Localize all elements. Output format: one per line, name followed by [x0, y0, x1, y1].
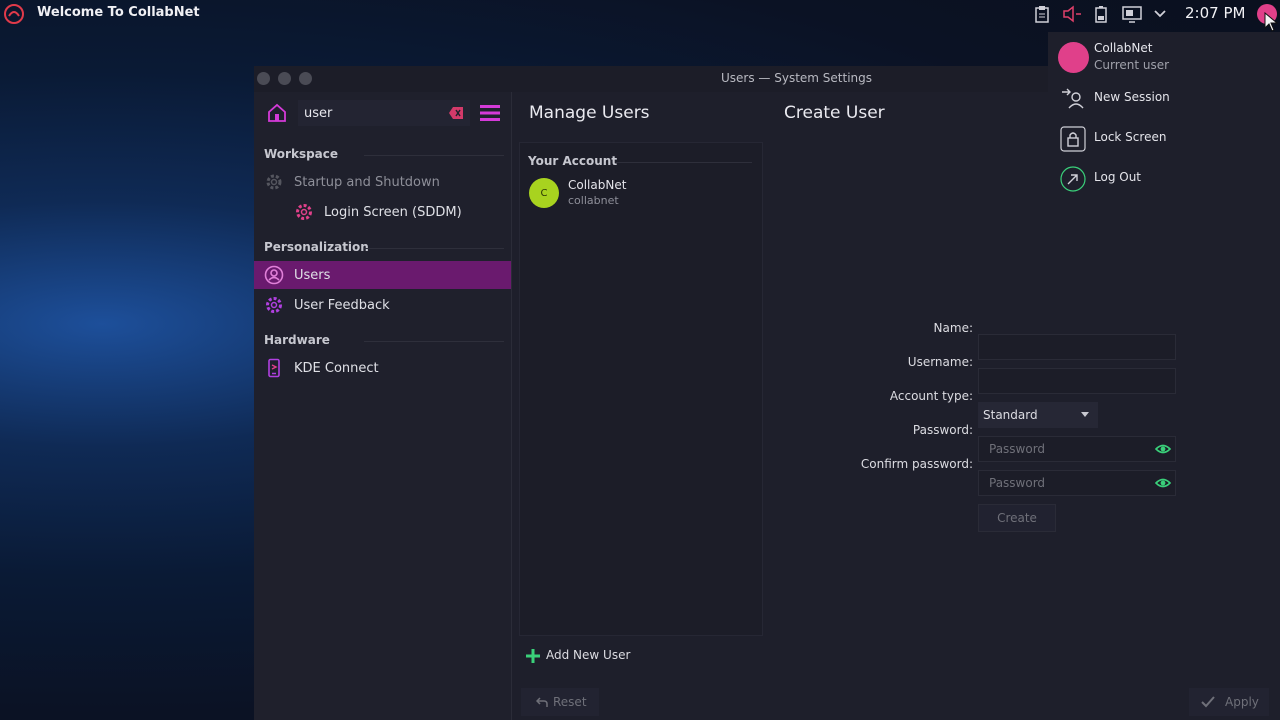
confirm-password-field[interactable] — [978, 470, 1176, 496]
plus-icon — [526, 649, 540, 663]
sidebar-item-label: Login Screen (SDDM) — [324, 204, 462, 220]
sidebar-item-kde-connect[interactable]: KDE Connect — [254, 354, 511, 382]
account-type-select[interactable]: Standard — [978, 402, 1098, 428]
footer-bar: Reset Apply — [512, 676, 1280, 720]
add-new-user-label: Add New User — [546, 648, 631, 662]
sidebar-item-users[interactable]: Users — [254, 261, 511, 289]
sidebar-item-label: Startup and Shutdown — [294, 174, 440, 190]
search-row — [254, 92, 511, 134]
current-user-name: CollabNet — [1094, 41, 1153, 55]
new-session-label: New Session — [1094, 90, 1170, 104]
account-type-label: Account type: — [889, 389, 973, 403]
lock-screen-button[interactable]: Lock Screen — [1048, 122, 1280, 154]
show-password-icon[interactable] — [1155, 443, 1171, 455]
top-panel: Welcome To CollabNet 2:07 PM — [0, 0, 1280, 28]
close-window-button[interactable] — [257, 72, 270, 85]
home-icon[interactable] — [266, 102, 288, 124]
clipboard-icon[interactable] — [1034, 5, 1050, 23]
password-field[interactable] — [978, 436, 1176, 462]
create-button[interactable]: Create — [978, 504, 1056, 532]
volume-icon[interactable] — [1062, 5, 1082, 23]
app-logo-icon[interactable] — [4, 4, 24, 24]
sidebar-item-label: Users — [294, 267, 331, 283]
log-out-label: Log Out — [1094, 170, 1142, 184]
checkmark-icon — [1201, 696, 1215, 708]
avatar — [1058, 42, 1089, 73]
window-title: Users — System Settings — [721, 71, 873, 85]
sidebar-item-label: KDE Connect — [294, 360, 379, 376]
chevron-down-icon — [1081, 412, 1089, 417]
user-list: Your Account C CollabNet collabnet — [519, 142, 763, 636]
sidebar-item-label: User Feedback — [294, 297, 390, 313]
battery-icon[interactable] — [1094, 5, 1108, 23]
log-out-button[interactable]: Log Out — [1048, 162, 1280, 194]
user-display-name: CollabNet — [568, 178, 627, 192]
account-type-value: Standard — [983, 408, 1038, 422]
undo-icon — [536, 697, 548, 707]
lock-screen-label: Lock Screen — [1094, 130, 1167, 144]
name-field[interactable] — [978, 334, 1176, 360]
list-item[interactable]: C CollabNet collabnet — [520, 173, 762, 213]
avatar: C — [529, 178, 559, 208]
gear-icon — [266, 297, 282, 313]
current-user-subtitle: Current user — [1094, 58, 1170, 72]
user-login-name: collabnet — [568, 194, 619, 207]
gear-icon — [296, 204, 312, 220]
user-icon — [264, 265, 284, 285]
minimize-window-button[interactable] — [278, 72, 291, 85]
manage-users-title: Manage Users — [529, 103, 650, 123]
name-label: Name: — [933, 321, 973, 335]
username-field[interactable] — [978, 368, 1176, 394]
user-switcher-popup: CollabNet Current user New Session Lock … — [1048, 32, 1280, 200]
new-session-icon — [1062, 88, 1084, 109]
gear-icon — [266, 174, 282, 190]
app-title: Welcome To CollabNet — [37, 5, 200, 20]
your-account-heading: Your Account — [528, 154, 753, 168]
chevron-down-icon[interactable] — [1153, 8, 1167, 20]
add-new-user-button[interactable]: Add New User — [519, 643, 633, 669]
password-label: Password: — [912, 423, 973, 437]
create-user-title: Create User — [784, 103, 885, 123]
sidebar-item-login-screen[interactable]: Login Screen (SDDM) — [254, 198, 511, 226]
lock-icon — [1060, 126, 1086, 152]
clear-search-icon[interactable] — [448, 106, 464, 120]
section-hardware: Hardware — [264, 333, 504, 347]
search-input[interactable] — [298, 100, 470, 126]
sidebar-item-startup-shutdown[interactable]: Startup and Shutdown — [254, 168, 511, 196]
new-session-button[interactable]: New Session — [1048, 82, 1280, 114]
phone-icon — [268, 358, 280, 378]
settings-sidebar: Workspace Startup and Shutdown Login Scr… — [254, 92, 512, 720]
username-label: Username: — [907, 355, 973, 369]
confirm-password-label: Confirm password: — [860, 457, 973, 471]
sidebar-item-user-feedback[interactable]: User Feedback — [254, 291, 511, 319]
maximize-window-button[interactable] — [299, 72, 312, 85]
reset-label: Reset — [553, 695, 587, 709]
section-personalization: Personalization — [264, 240, 504, 254]
apply-label: Apply — [1225, 695, 1259, 709]
reset-button[interactable]: Reset — [521, 688, 599, 716]
apply-button[interactable]: Apply — [1189, 688, 1269, 716]
clock[interactable]: 2:07 PM — [1185, 4, 1245, 22]
mouse-cursor-icon — [1264, 12, 1278, 32]
logout-icon — [1060, 166, 1086, 192]
display-icon[interactable] — [1122, 5, 1142, 23]
hamburger-menu-icon[interactable] — [480, 104, 500, 122]
show-confirm-password-icon[interactable] — [1155, 477, 1171, 489]
section-workspace: Workspace — [264, 147, 505, 161]
